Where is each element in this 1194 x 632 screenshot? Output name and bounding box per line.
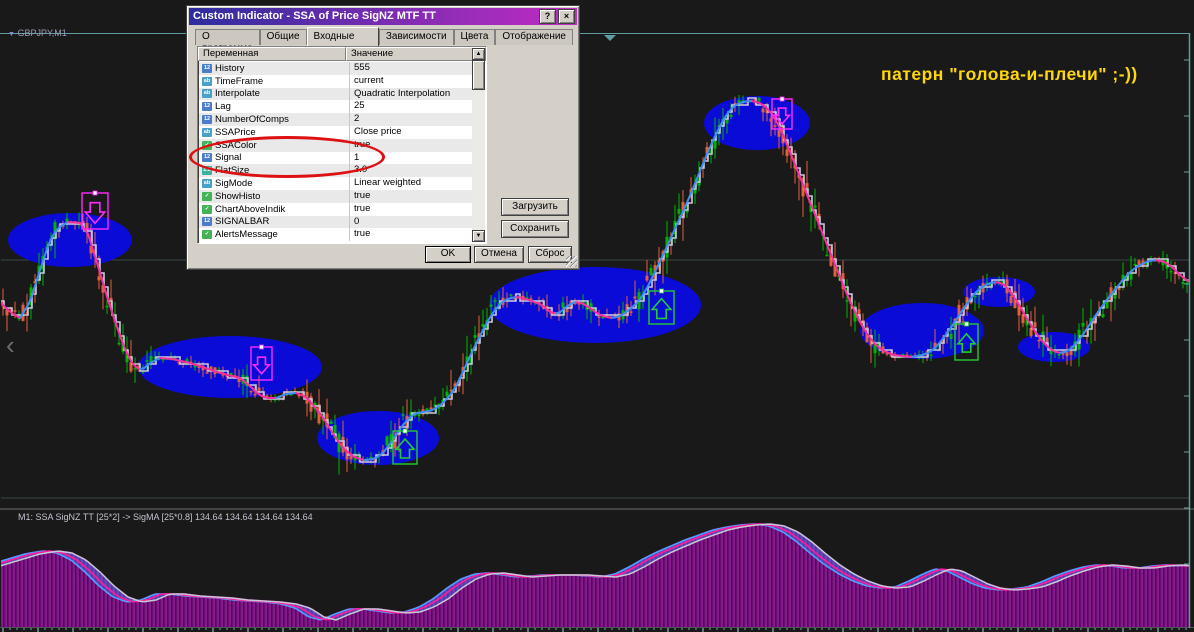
- param-name: Interpolate: [215, 88, 260, 100]
- param-value[interactable]: true: [349, 202, 472, 216]
- column-header-value[interactable]: Значение: [346, 47, 486, 61]
- param-value[interactable]: 2: [349, 113, 472, 126]
- param-type-icon: ab: [202, 89, 212, 99]
- param-type-icon: 12: [202, 102, 212, 112]
- tab-цвета[interactable]: Цвета: [453, 29, 496, 45]
- table-row[interactable]: ab TimeFrame current: [199, 74, 472, 88]
- param-type-icon: 12: [202, 217, 212, 227]
- param-name: NumberOfComps: [215, 114, 289, 126]
- param-type-icon: ✓: [202, 230, 212, 240]
- table-row[interactable]: 12 SIGNALBAR 0: [199, 215, 472, 229]
- table-row[interactable]: 12 Lag 25: [199, 100, 472, 114]
- param-name: Lag: [215, 101, 231, 113]
- param-type-icon: ✓: [202, 204, 212, 214]
- indicator-subwindow-label: M1: SSA SigNZ TT [25*2] -> SigMA [25*0.8…: [18, 512, 313, 522]
- scroll-down-icon[interactable]: ▼: [472, 230, 485, 242]
- param-type-icon: ab: [202, 76, 212, 86]
- chart-back-chevron[interactable]: ‹: [6, 330, 15, 361]
- param-name: TimeFrame: [215, 75, 264, 87]
- param-name: SigMode: [215, 178, 253, 190]
- param-value[interactable]: 0: [349, 215, 472, 229]
- param-name: ChartAboveIndik: [215, 203, 286, 215]
- tab-входные-параметры[interactable]: Входные параметры: [306, 27, 379, 57]
- table-row[interactable]: ab Interpolate Quadratic Interpolation: [199, 87, 472, 101]
- table-header: Переменная Значение: [198, 47, 486, 61]
- param-type-icon: ab: [202, 127, 212, 137]
- param-type-icon: 12: [202, 63, 212, 73]
- ok-button[interactable]: OK: [425, 246, 471, 263]
- param-value[interactable]: 555: [349, 62, 472, 75]
- param-value[interactable]: true: [349, 228, 472, 242]
- param-value[interactable]: 25: [349, 100, 472, 114]
- close-icon[interactable]: ×: [558, 9, 575, 24]
- tab-общие[interactable]: Общие: [259, 29, 307, 45]
- load-button[interactable]: Загрузить: [501, 198, 569, 216]
- param-value[interactable]: Close price: [349, 125, 472, 139]
- param-name: SSAPrice: [215, 126, 256, 138]
- param-name: ShowHisto: [215, 190, 261, 202]
- tab-отображение[interactable]: Отображение: [495, 29, 573, 45]
- param-value[interactable]: Quadratic Interpolation: [349, 87, 472, 101]
- red-annotation-ellipse: [189, 136, 385, 178]
- scrollbar-thumb[interactable]: [472, 60, 485, 90]
- tab-о-программе[interactable]: О программе: [195, 29, 260, 54]
- help-icon[interactable]: ?: [539, 9, 556, 24]
- table-row[interactable]: ✓ ChartAboveIndik true: [199, 202, 472, 216]
- resize-grip[interactable]: [566, 256, 577, 267]
- mt4-window: патерн "голова-и-плечи" ;-)) ▼ GBPJPY,M1…: [0, 0, 1194, 632]
- param-type-icon: ab: [202, 179, 212, 189]
- chart-symbol-label: ▼ GBPJPY,M1: [8, 28, 67, 38]
- param-value[interactable]: true: [349, 189, 472, 203]
- table-row[interactable]: 12 History 555: [199, 62, 472, 75]
- dialog-tabs: О программеОбщиеВходные параметрыЗависим…: [195, 27, 573, 57]
- param-value[interactable]: Linear weighted: [349, 177, 472, 190]
- table-row[interactable]: ✓ AlertsMessage true: [199, 228, 472, 242]
- price-chart-canvas[interactable]: патерн "голова-и-плечи" ;-)): [0, 0, 1194, 632]
- dialog-titlebar[interactable]: Custom Indicator - SSA of Price SigNZ MT…: [189, 8, 577, 25]
- param-type-icon: ✓: [202, 191, 212, 201]
- cancel-button[interactable]: Отмена: [474, 246, 524, 263]
- param-name: AlertsMessage: [215, 229, 278, 241]
- tab-зависимости[interactable]: Зависимости: [378, 29, 454, 45]
- param-type-icon: 12: [202, 115, 212, 125]
- scroll-up-icon[interactable]: ▲: [472, 48, 485, 60]
- param-name: History: [215, 62, 245, 74]
- table-row[interactable]: ab SSAPrice Close price: [199, 125, 472, 139]
- column-header-variable[interactable]: Переменная: [198, 47, 346, 61]
- table-scrollbar[interactable]: ▲ ▼: [472, 48, 485, 242]
- table-row[interactable]: ab SigMode Linear weighted: [199, 177, 472, 190]
- table-row[interactable]: 12 NumberOfComps 2: [199, 113, 472, 126]
- table-row[interactable]: ✓ ShowHisto true: [199, 189, 472, 203]
- dialog-title: Custom Indicator - SSA of Price SigNZ MT…: [193, 10, 436, 22]
- save-button[interactable]: Сохранить: [501, 220, 569, 238]
- param-name: SIGNALBAR: [215, 216, 270, 228]
- symbol-text: GBPJPY,M1: [17, 28, 67, 38]
- param-value[interactable]: current: [349, 74, 472, 88]
- chevron-down-icon: ▼: [8, 31, 15, 38]
- svg-text:патерн "голова-и-плечи" ;-)): патерн "голова-и-плечи" ;-)): [881, 64, 1138, 84]
